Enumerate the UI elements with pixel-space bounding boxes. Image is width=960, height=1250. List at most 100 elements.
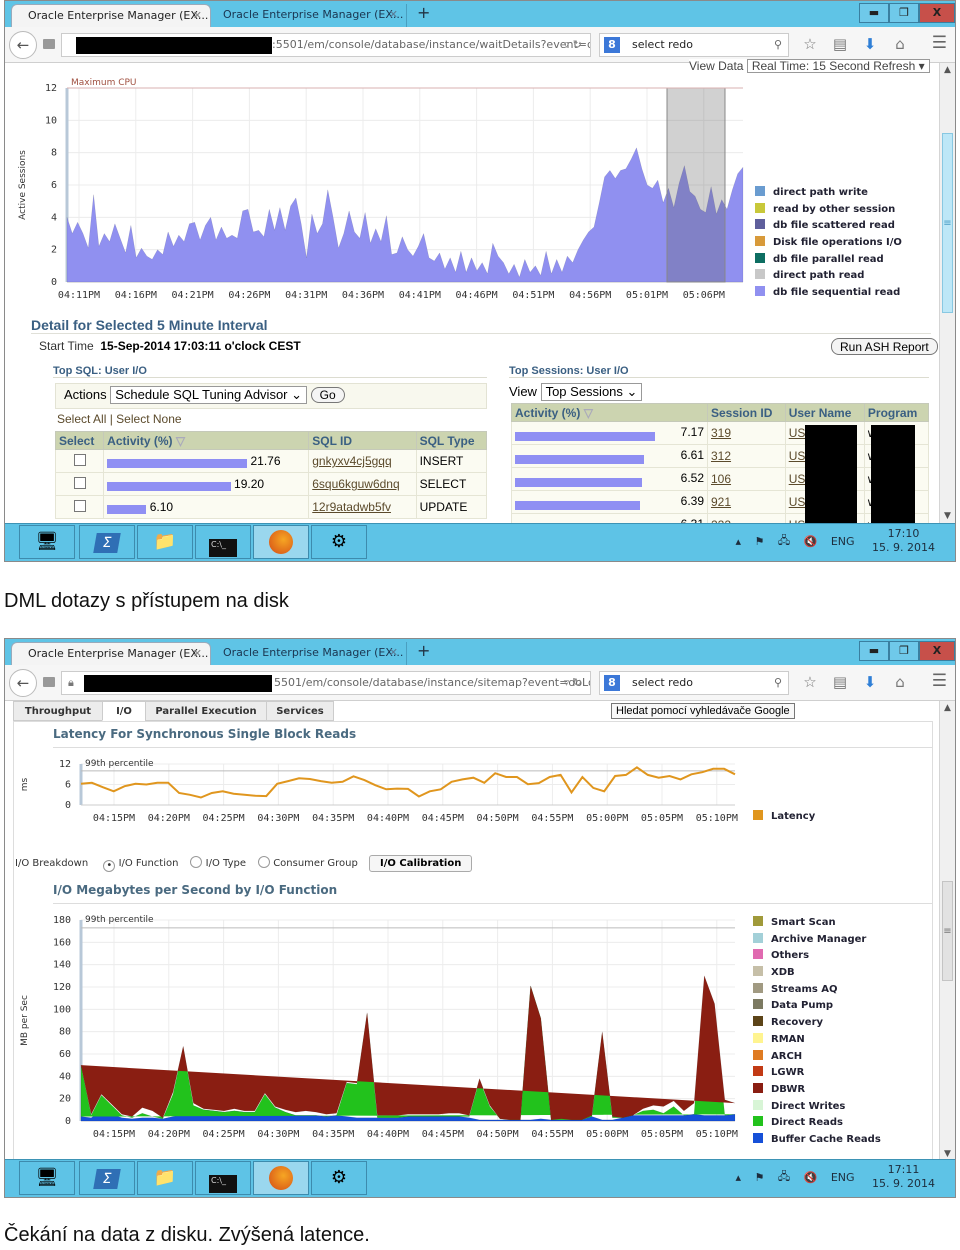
select-all-link[interactable]: Select All xyxy=(57,412,106,426)
page-scrollbar[interactable]: ▲ ≡ ▼ xyxy=(939,63,955,523)
network-icon[interactable]: 🖧 xyxy=(778,1168,790,1187)
session-id-link[interactable]: 106 xyxy=(711,472,731,486)
google-search-engine-icon[interactable]: 8 xyxy=(604,37,620,53)
row-checkbox[interactable] xyxy=(73,499,86,512)
tab-parallel-execution[interactable]: Parallel Execution xyxy=(145,701,267,721)
show-hidden-icons-icon[interactable]: ▴ xyxy=(735,535,741,548)
io-breakdown-radio[interactable]: Consumer Group xyxy=(258,856,358,869)
download-icon[interactable]: ⬇ xyxy=(855,669,885,695)
sort-desc-icon[interactable]: ▽ xyxy=(584,406,593,420)
volume-muted-icon[interactable]: 🔇 xyxy=(804,535,818,548)
hamburger-menu-icon[interactable]: ☰ xyxy=(932,671,947,691)
col-activity[interactable]: Activity (%) ▽ xyxy=(511,403,708,422)
reload-icon[interactable]: ▿ ↻ xyxy=(564,672,582,694)
home-icon[interactable]: ⌂ xyxy=(885,31,915,57)
reload-icon[interactable]: ▿ ↻ xyxy=(564,34,582,56)
server-manager-icon[interactable]: 🖥 xyxy=(19,525,75,559)
language-indicator[interactable]: ENG xyxy=(831,535,855,548)
home-icon[interactable]: ⌂ xyxy=(885,669,915,695)
show-hidden-icons-icon[interactable]: ▴ xyxy=(735,1171,741,1184)
user-name-link[interactable]: US xyxy=(789,449,806,463)
browser-tab-inactive[interactable]: Oracle Enterprise Manager (EX... ✕ xyxy=(207,4,407,27)
run-ash-report-button[interactable]: Run ASH Report xyxy=(831,338,938,355)
action-center-flag-icon[interactable]: ⚑ xyxy=(754,1171,764,1184)
close-tab-icon[interactable]: ✕ xyxy=(193,643,202,665)
row-checkbox[interactable] xyxy=(73,453,86,466)
user-name-link[interactable]: US xyxy=(789,472,806,486)
tab-services[interactable]: Services xyxy=(266,701,334,721)
scroll-thumb[interactable]: ≡ xyxy=(942,133,953,313)
maximize-button[interactable]: ❐ xyxy=(889,641,919,661)
radio-button[interactable] xyxy=(190,856,203,868)
new-tab-button[interactable]: + xyxy=(417,3,430,22)
close-tab-icon[interactable]: ✕ xyxy=(389,4,398,26)
network-icon[interactable]: 🖧 xyxy=(778,532,790,551)
google-search-engine-icon[interactable]: 8 xyxy=(604,675,620,691)
page-scrollbar[interactable]: ▲ ≡ ▼ xyxy=(939,701,955,1161)
close-tab-icon[interactable]: ✕ xyxy=(193,5,202,27)
go-button[interactable]: Go xyxy=(310,387,345,403)
sql-id-link[interactable]: gnkyxv4cj5gqq xyxy=(312,454,391,468)
new-tab-button[interactable]: + xyxy=(417,641,430,660)
col-activity[interactable]: Activity (%) ▽ xyxy=(103,431,310,450)
file-explorer-icon[interactable]: 📁 xyxy=(137,1161,193,1195)
tab-throughput[interactable]: Throughput xyxy=(13,701,103,721)
powershell-icon[interactable]: Σ xyxy=(79,525,135,559)
hamburger-menu-icon[interactable]: ☰ xyxy=(932,33,947,53)
firefox-icon[interactable] xyxy=(253,525,309,559)
url-input[interactable]: :5501/em/console/database/instance/waitD… xyxy=(61,33,591,57)
user-name-link[interactable]: US xyxy=(789,495,806,509)
view-select[interactable]: Top Sessions ⌄ xyxy=(540,383,643,401)
browser-tab-inactive[interactable]: Oracle Enterprise Manager (EX... ✕ xyxy=(207,642,407,665)
page-identity-icon[interactable] xyxy=(43,39,55,49)
browser-tab-active[interactable]: Oracle Enterprise Manager (EX... ✕ xyxy=(11,4,211,27)
close-window-button[interactable]: X xyxy=(919,641,955,661)
radio-button[interactable]: • xyxy=(103,860,116,872)
tab-io[interactable]: I/O xyxy=(102,701,146,721)
bookmark-star-icon[interactable]: ☆ xyxy=(795,669,825,695)
powershell-icon[interactable]: Σ xyxy=(79,1161,135,1195)
page-identity-icon[interactable] xyxy=(43,677,55,687)
volume-muted-icon[interactable]: 🔇 xyxy=(804,1171,818,1184)
sql-id-link[interactable]: 12r9atadwb5fv xyxy=(312,500,391,514)
scroll-up-arrow-icon[interactable]: ▲ xyxy=(940,703,955,713)
back-arrow-icon[interactable]: ← xyxy=(9,669,37,697)
select-none-link[interactable]: Select None xyxy=(116,412,181,426)
back-arrow-icon[interactable]: ← xyxy=(9,31,37,59)
scroll-up-arrow-icon[interactable]: ▲ xyxy=(940,65,955,75)
firefox-icon[interactable] xyxy=(253,1161,309,1195)
minimize-button[interactable]: ▬ xyxy=(859,641,889,661)
session-id-link[interactable]: 312 xyxy=(711,449,731,463)
maximize-button[interactable]: ❐ xyxy=(889,3,919,23)
language-indicator[interactable]: ENG xyxy=(831,1171,855,1184)
scroll-down-arrow-icon[interactable]: ▼ xyxy=(940,511,955,521)
url-input[interactable]: 🔒︎ 5501/em/console/database/instance/sit… xyxy=(61,671,591,695)
search-input[interactable]: 8 select redo ⚲ xyxy=(599,671,789,695)
reading-list-icon[interactable]: ▤ xyxy=(825,31,855,57)
download-icon[interactable]: ⬇ xyxy=(855,31,885,57)
scroll-down-arrow-icon[interactable]: ▼ xyxy=(940,1149,955,1159)
settings-gears-icon[interactable]: ⚙ xyxy=(311,525,367,559)
file-explorer-icon[interactable]: 📁 xyxy=(137,525,193,559)
clock[interactable]: 17:11 15. 9. 2014 xyxy=(872,1163,935,1191)
sort-desc-icon[interactable]: ▽ xyxy=(176,434,185,448)
io-calibration-button[interactable]: I/O Calibration xyxy=(369,855,473,872)
io-breakdown-radio[interactable]: • I/O Function xyxy=(103,858,178,872)
io-breakdown-radio[interactable]: I/O Type xyxy=(190,856,246,869)
search-icon[interactable]: ⚲ xyxy=(774,672,782,694)
user-name-link[interactable]: US xyxy=(789,426,806,440)
search-input[interactable]: 8 select redo ⚲ xyxy=(599,33,789,57)
browser-tab-active[interactable]: Oracle Enterprise Manager (EX... ✕ xyxy=(11,642,211,665)
session-id-link[interactable]: 319 xyxy=(711,426,731,440)
command-prompt-icon[interactable]: C:\_ xyxy=(195,525,251,559)
scroll-thumb[interactable]: ≡ xyxy=(942,881,953,981)
session-id-link[interactable]: 921 xyxy=(711,495,731,509)
reading-list-icon[interactable]: ▤ xyxy=(825,669,855,695)
close-tab-icon[interactable]: ✕ xyxy=(389,642,398,664)
minimize-button[interactable]: ▬ xyxy=(859,3,889,23)
bookmark-star-icon[interactable]: ☆ xyxy=(795,31,825,57)
clock[interactable]: 17:10 15. 9. 2014 xyxy=(872,527,935,555)
server-manager-icon[interactable]: 🖥 xyxy=(19,1161,75,1195)
command-prompt-icon[interactable]: C:\_ xyxy=(195,1161,251,1195)
action-center-flag-icon[interactable]: ⚑ xyxy=(754,535,764,548)
